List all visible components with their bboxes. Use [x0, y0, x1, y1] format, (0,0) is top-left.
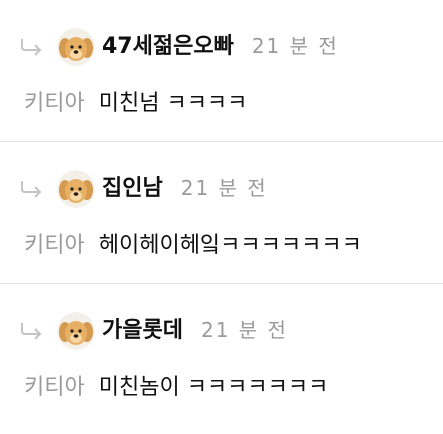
avatar[interactable] — [57, 28, 95, 66]
nickname[interactable]: 가을롯데 — [102, 318, 183, 343]
mention-tag[interactable]: 키티아 — [24, 375, 85, 400]
avatar[interactable] — [57, 170, 95, 208]
mention-tag[interactable]: 키티아 — [24, 233, 85, 258]
reply-comment: 가을롯데 21 분 전 키티아 미친놈이 ㅋㅋㅋㅋㅋㅋㅋ — [0, 284, 443, 426]
comment-text: 헤이헤이헤잌ㅋㅋㅋㅋㅋㅋㅋ — [98, 233, 362, 258]
nickname[interactable]: 47세젊은오빠 — [102, 34, 234, 59]
reply-arrow-icon — [20, 180, 44, 198]
timestamp: 21 분 전 — [180, 176, 268, 200]
mention-tag[interactable]: 키티아 — [24, 91, 85, 116]
timestamp: 21 분 전 — [251, 34, 339, 58]
reply-comment: 47세젊은오빠 21 분 전 키티아 미친넘 ㅋㅋㅋㅋ — [0, 0, 443, 142]
reply-comment: 집인남 21 분 전 키티아 헤이헤이헤잌ㅋㅋㅋㅋㅋㅋㅋ — [0, 142, 443, 284]
nickname[interactable]: 집인남 — [102, 176, 163, 201]
comment-text: 미친넘 ㅋㅋㅋㅋ — [98, 91, 248, 116]
comment-list: 47세젊은오빠 21 분 전 키티아 미친넘 ㅋㅋㅋㅋ 집인남 21 분 전 키… — [0, 0, 443, 426]
timestamp: 21 분 전 — [200, 318, 288, 342]
comment-text: 미친놈이 ㅋㅋㅋㅋㅋㅋㅋ — [98, 375, 329, 400]
avatar[interactable] — [57, 312, 95, 350]
reply-arrow-icon — [20, 322, 44, 340]
reply-arrow-icon — [20, 38, 44, 56]
